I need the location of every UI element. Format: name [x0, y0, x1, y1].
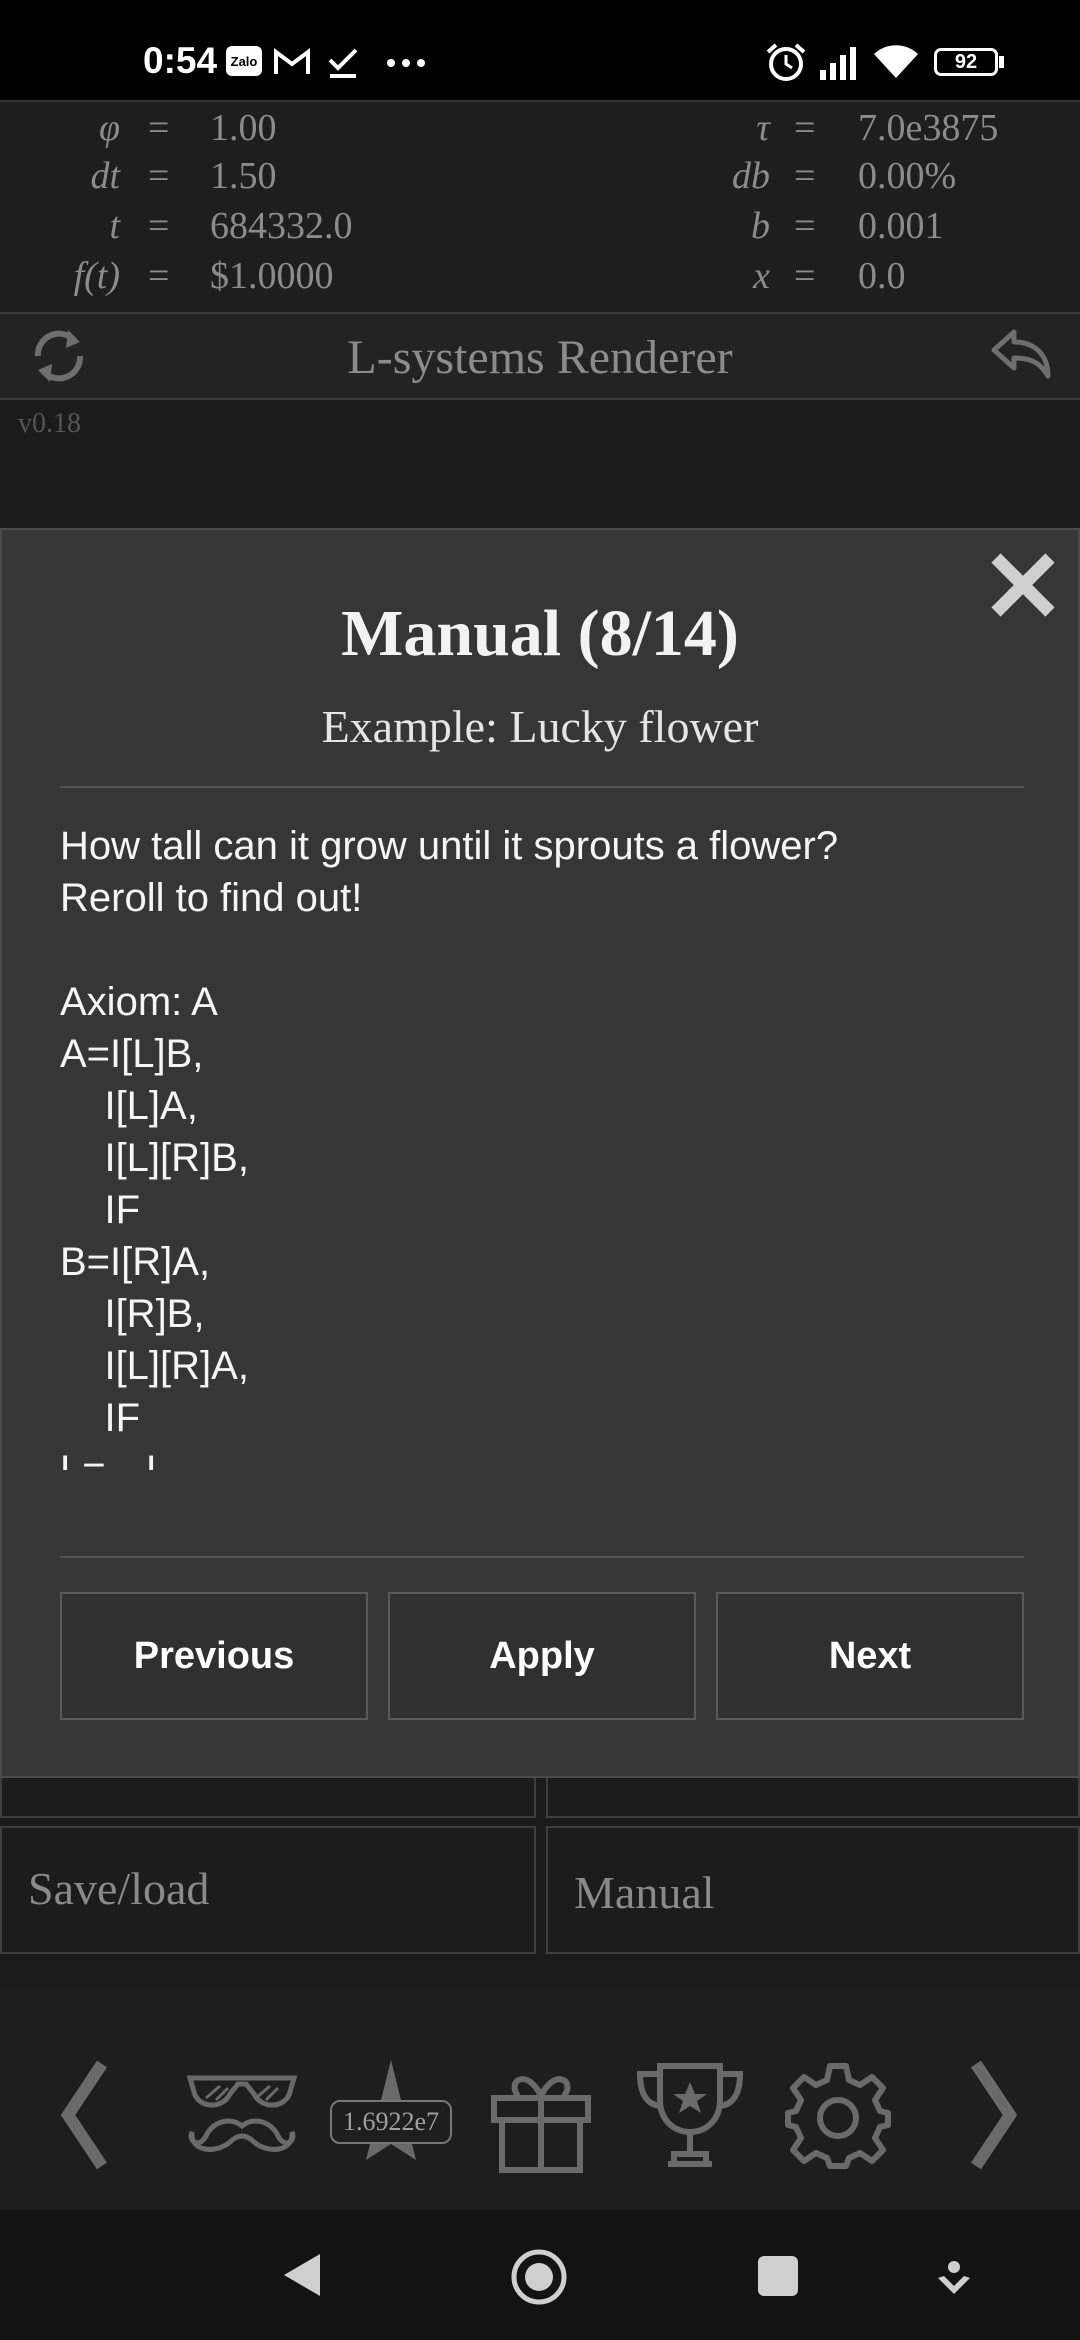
- wifi-icon: [874, 45, 918, 78]
- eq-value: 7.0e3875: [858, 107, 999, 149]
- app-title: L-systems Renderer: [347, 331, 733, 384]
- apply-button[interactable]: Apply: [388, 1592, 696, 1720]
- eq-var: φ: [98, 107, 120, 149]
- manual-label: Manual: [574, 1867, 715, 1918]
- eq-value: 1.00: [210, 107, 277, 149]
- divider: [60, 786, 1024, 788]
- trophy-icon[interactable]: [634, 2060, 746, 2172]
- eq-value: $1.0000: [210, 255, 334, 297]
- eq-var: t: [109, 205, 120, 247]
- previous-button[interactable]: Previous: [60, 1592, 368, 1720]
- status-time: 0:54: [143, 40, 218, 81]
- system-nav-bar: [0, 2210, 1080, 2340]
- dialog-title: Manual (8/14): [341, 597, 739, 670]
- disguise-icon[interactable]: [186, 2070, 298, 2156]
- eq-var: τ: [756, 107, 770, 149]
- bottom-nav: [0, 1990, 1080, 2220]
- eq-var: db: [732, 155, 770, 197]
- save-load-label: Save/load: [28, 1863, 210, 1914]
- zalo-label: Zalo: [230, 53, 258, 69]
- save-load-button[interactable]: Save/load: [0, 1826, 536, 1954]
- manual-dialog: Manual (8/14) Example: Lucky flower How …: [0, 528, 1080, 1778]
- eq-sign: =: [794, 255, 816, 297]
- eq-sign: =: [148, 205, 170, 247]
- manual-button[interactable]: Manual: [546, 1826, 1080, 1954]
- eq-sign: =: [148, 255, 170, 297]
- title-bar: L-systems Renderer: [0, 312, 1080, 400]
- next-button[interactable]: Next: [716, 1592, 1024, 1720]
- eq-value: 0.0: [858, 255, 906, 297]
- equation-panel: φ = 1.00 dt = 1.50 t = 684332.0 f(t) = $…: [0, 100, 1080, 314]
- keyboard-hide-icon[interactable]: [934, 2260, 974, 2300]
- eq-value: 0.001: [858, 205, 944, 247]
- version-label: v0.18: [18, 408, 81, 439]
- eq-var: f(t): [73, 255, 120, 297]
- chevron-right-icon[interactable]: [968, 2060, 1020, 2170]
- dialog-subtitle: Example: Lucky flower: [321, 701, 759, 752]
- home-icon[interactable]: [510, 2248, 568, 2306]
- eq-value: 1.50: [210, 155, 277, 197]
- more-dots-icon: [387, 59, 425, 67]
- currency-badge: 1.6922e7: [330, 2100, 452, 2144]
- hidden-button-left[interactable]: [0, 1778, 536, 1818]
- battery-tip: [999, 56, 1004, 68]
- gmail-icon: [274, 48, 310, 74]
- alarm-icon: [766, 43, 806, 81]
- gift-icon[interactable]: [488, 2070, 594, 2174]
- eq-sign: =: [148, 107, 170, 149]
- eq-var: dt: [90, 155, 120, 197]
- battery-icon: 92: [934, 48, 998, 76]
- eq-var: x: [753, 255, 770, 297]
- signal-icon: [820, 47, 856, 80]
- eq-sign: =: [148, 155, 170, 197]
- battery-level: 92: [954, 50, 978, 73]
- hidden-button-right[interactable]: [546, 1778, 1080, 1818]
- dialog-body-text[interactable]: How tall can it grow until it sprouts a …: [60, 820, 1024, 1470]
- divider: [60, 1556, 1024, 1558]
- recents-icon[interactable]: [758, 2256, 798, 2296]
- eq-var: b: [751, 205, 770, 247]
- eq-value: 0.00%: [858, 155, 957, 197]
- chevron-left-icon[interactable]: [58, 2060, 110, 2170]
- eq-sign: =: [794, 205, 816, 247]
- status-bar: 0:54 Zalo 92: [0, 0, 1080, 100]
- eq-value: 684332.0: [210, 205, 353, 247]
- undo-icon[interactable]: [988, 328, 1052, 382]
- check-icon: [328, 48, 358, 78]
- eq-sign: =: [794, 107, 816, 149]
- back-icon[interactable]: [282, 2252, 322, 2298]
- eq-sign: =: [794, 155, 816, 197]
- zalo-icon: Zalo: [226, 46, 262, 76]
- gear-icon[interactable]: [782, 2060, 894, 2172]
